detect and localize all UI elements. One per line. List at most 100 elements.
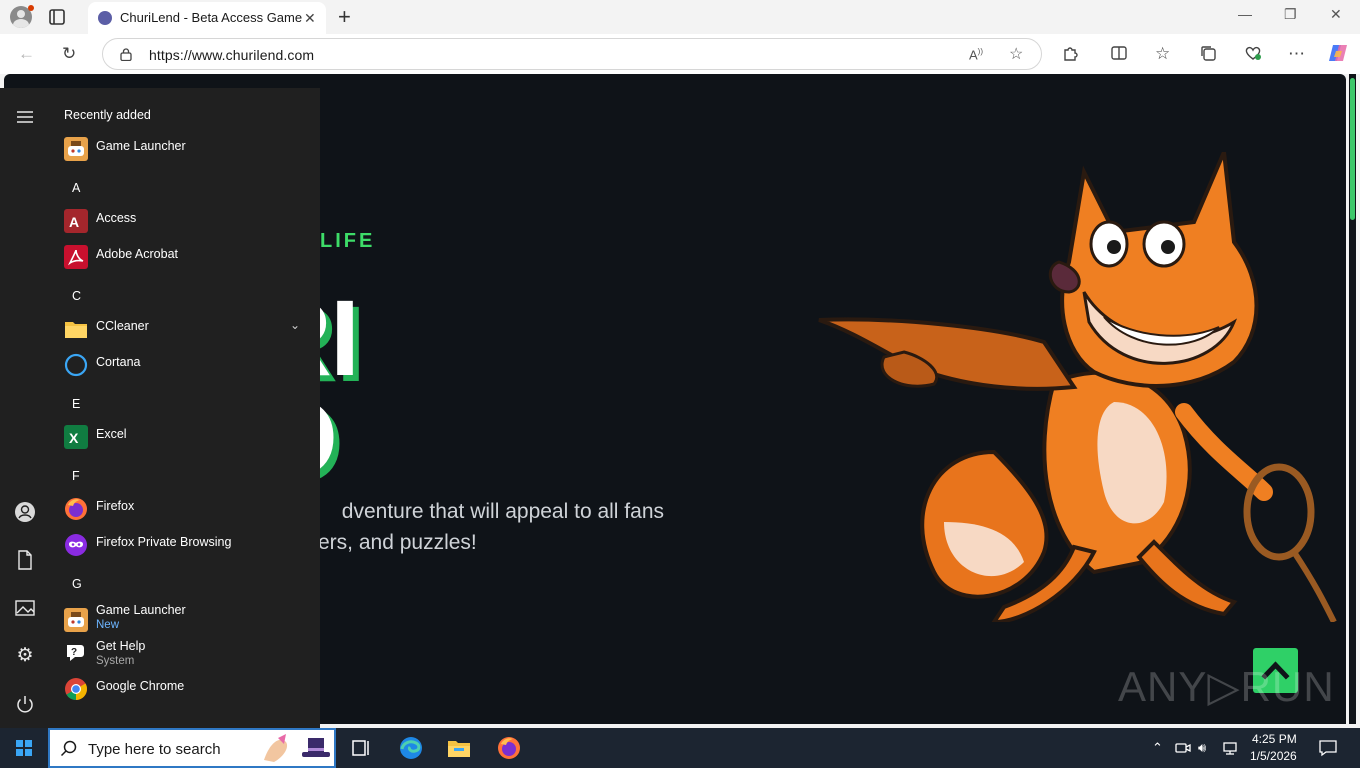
minimize-button[interactable]: — (1238, 6, 1252, 22)
notifications-icon[interactable] (1318, 739, 1338, 757)
windows-taskbar: Type here to search ⌃ 🔊︎ 4:25 PM 1/5/202… (0, 728, 1360, 768)
browser-toolbar: ← ↻ https://www.churilend.com A)) ☆ ☆ ⋯ (0, 34, 1360, 74)
tab-title: ChuriLend - Beta Access Game (120, 10, 303, 25)
copilot-icon[interactable] (1327, 43, 1349, 63)
letter-header-f[interactable]: F (72, 469, 80, 483)
extensions-icon[interactable] (1061, 44, 1079, 62)
app-label: Firefox (96, 499, 135, 513)
acrobat-icon (64, 245, 88, 269)
user-account-icon[interactable] (14, 501, 36, 523)
folder-icon (64, 317, 88, 341)
edge-taskbar-icon[interactable] (398, 736, 424, 760)
app-label: Game Launcher (96, 603, 186, 617)
recently-added-heading: Recently added (64, 108, 151, 122)
meet-now-icon[interactable] (1175, 740, 1191, 756)
browser-tab-strip: ChuriLend - Beta Access Game ✕ + — ❐ ✕ (0, 0, 1360, 34)
tab-close-icon[interactable]: ✕ (304, 10, 316, 27)
game-launcher-icon (64, 608, 88, 632)
clock-date[interactable]: 1/5/2026 (1250, 749, 1297, 763)
excel-icon: X (64, 425, 88, 449)
power-icon[interactable] (14, 693, 36, 715)
address-bar[interactable]: https://www.churilend.com A)) ☆ (102, 38, 1042, 70)
start-app-firefox[interactable]: Firefox (64, 494, 309, 524)
app-label: Game Launcher (96, 139, 186, 153)
favorite-star-icon[interactable]: ☆ (1009, 44, 1023, 64)
back-arrow-icon[interactable]: ← (18, 44, 35, 64)
search-icon (60, 740, 77, 757)
tab-actions-icon[interactable] (48, 8, 66, 26)
collections-icon[interactable] (1199, 44, 1217, 62)
documents-icon[interactable] (14, 549, 36, 571)
app-label: Access (96, 211, 137, 225)
start-app-excel[interactable]: X Excel (64, 422, 309, 452)
hero-eyebrow: LIFE (320, 230, 376, 252)
restore-button[interactable]: ❐ (1284, 6, 1297, 23)
profile-notification-dot (28, 5, 34, 11)
search-highlight-illustration-icon (264, 734, 330, 762)
url-text[interactable]: https://www.churilend.com (149, 47, 314, 63)
fox-mascot-illustration (818, 152, 1337, 622)
access-icon: A (64, 209, 88, 233)
new-tab-button[interactable]: + (338, 4, 351, 30)
cortana-icon (64, 353, 88, 377)
app-label: Adobe Acrobat (96, 247, 179, 261)
active-tab[interactable]: ChuriLend - Beta Access Game ✕ (88, 2, 326, 34)
letter-header-a[interactable]: A (72, 181, 80, 195)
start-app-cortana[interactable]: Cortana (64, 350, 309, 380)
refresh-icon[interactable]: ↻ (62, 44, 76, 64)
lock-icon[interactable] (120, 48, 132, 61)
show-hidden-icons-chevron-icon[interactable]: ⌃ (1152, 740, 1163, 756)
letter-header-c[interactable]: C (72, 289, 81, 303)
volume-icon[interactable]: 🔊︎ (1198, 740, 1206, 756)
svg-text:A: A (69, 214, 79, 230)
app-label: CCleaner (96, 319, 149, 333)
scrollbar-thumb[interactable] (1350, 78, 1355, 220)
start-app-google-chrome[interactable]: Google Chrome (64, 674, 309, 704)
clock-time[interactable]: 4:25 PM (1252, 732, 1297, 746)
windows-logo-icon (16, 740, 32, 756)
start-app-access[interactable]: A Access (64, 206, 309, 236)
start-button[interactable] (0, 728, 48, 768)
split-screen-icon[interactable] (1110, 44, 1128, 62)
page-scrollbar[interactable] (1349, 74, 1356, 724)
start-app-game-launcher-recent[interactable]: Game Launcher (64, 134, 309, 164)
chevron-down-icon[interactable]: ⌄ (290, 318, 300, 332)
network-icon[interactable] (1222, 740, 1240, 756)
start-app-ccleaner-folder[interactable]: CCleaner ⌄ (64, 314, 309, 344)
start-app-get-help[interactable]: ? Get Help System (64, 638, 309, 674)
letter-header-g[interactable]: G (72, 577, 82, 591)
app-label: Excel (96, 427, 127, 441)
pictures-icon[interactable] (14, 597, 36, 619)
app-label: Get Help (96, 639, 146, 653)
firefox-icon (64, 497, 88, 521)
svg-text:?: ? (71, 647, 77, 658)
taskbar-search-box[interactable]: Type here to search (48, 728, 336, 768)
churilend-favicon-icon (98, 11, 112, 25)
browser-essentials-icon[interactable] (1243, 44, 1263, 62)
start-app-adobe-acrobat[interactable]: Adobe Acrobat (64, 242, 309, 272)
hamburger-menu-icon[interactable] (14, 106, 36, 128)
read-aloud-icon[interactable]: A)) (969, 47, 983, 62)
start-app-game-launcher[interactable]: Game Launcher New (64, 602, 309, 638)
svg-text:X: X (69, 430, 79, 446)
start-app-firefox-private[interactable]: Firefox Private Browsing (64, 530, 309, 560)
more-menu-icon[interactable]: ⋯ (1288, 44, 1305, 64)
get-help-icon: ? (64, 641, 88, 665)
firefox-taskbar-icon[interactable] (496, 736, 522, 760)
game-launcher-icon (64, 137, 88, 161)
new-badge: New (96, 619, 120, 631)
app-label: Cortana (96, 355, 141, 369)
app-label: Google Chrome (96, 679, 185, 693)
search-placeholder: Type here to search (88, 741, 221, 758)
close-window-button[interactable]: ✕ (1330, 6, 1342, 23)
firefox-private-icon (64, 533, 88, 557)
system-sublabel: System (96, 655, 135, 667)
anyrun-watermark: ANY▷RUN (1118, 663, 1335, 710)
settings-gear-icon[interactable]: ⚙ (14, 644, 36, 666)
file-explorer-icon[interactable] (446, 736, 472, 760)
favorites-icon[interactable]: ☆ (1155, 44, 1170, 64)
start-menu: ⚙ Recently added Game Launcher A A Acces… (0, 88, 320, 728)
letter-header-e[interactable]: E (72, 397, 80, 411)
app-label: Firefox Private Browsing (96, 535, 232, 549)
task-view-icon[interactable] (348, 736, 374, 760)
